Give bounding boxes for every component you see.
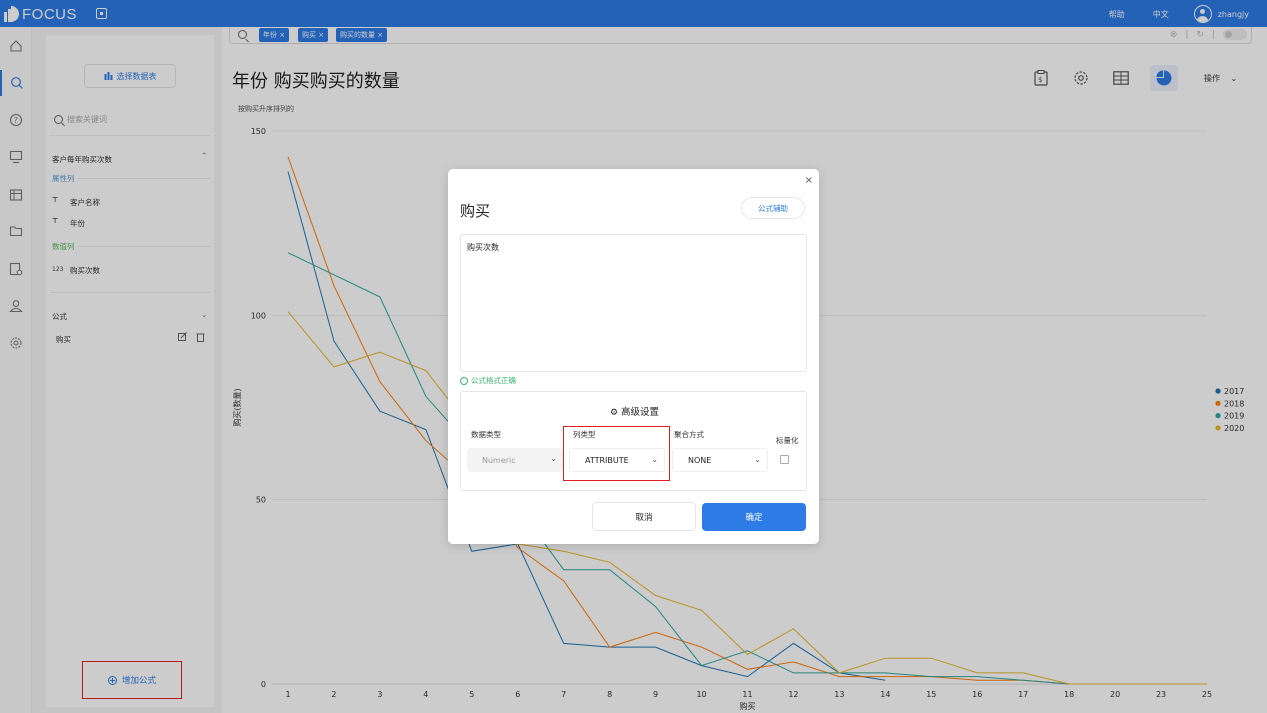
formula-valid-text: 公式格式正确	[471, 376, 516, 385]
aggregation-value: NONE	[688, 455, 712, 465]
chevron-down-icon: ⌄	[754, 455, 761, 464]
advanced-title-text: 高级设置	[621, 407, 660, 418]
data-type-label: 数据类型	[471, 430, 501, 439]
normalize-label: 标量化	[776, 436, 799, 445]
dialog-title[interactable]: 购买	[460, 200, 490, 221]
gear-icon: ⚙	[609, 408, 619, 418]
formula-help-button[interactable]: 公式辅助	[741, 197, 805, 219]
close-icon[interactable]: ×	[805, 175, 813, 186]
aggregation-label: 聚合方式	[674, 430, 704, 439]
confirm-button[interactable]: 确定	[702, 503, 806, 531]
edit-formula-dialog: × 购买 公式辅助 购买次数 公式格式正确 ⚙ 高级设置 数据类型 Numeri…	[448, 169, 819, 544]
data-type-value: Numeric	[482, 455, 516, 465]
chevron-down-icon: ⌄	[550, 454, 557, 463]
check-circle-icon	[460, 376, 468, 385]
normalize-checkbox[interactable]	[780, 455, 789, 464]
advanced-settings-panel: ⚙ 高级设置 数据类型 Numeric ⌄ 列类型 ATTRIBUTE ⌄ 聚合…	[460, 391, 807, 491]
advanced-settings-title: ⚙ 高级设置	[461, 404, 808, 418]
formula-valid-status: 公式格式正确	[460, 375, 516, 386]
data-type-select[interactable]: Numeric ⌄	[467, 448, 563, 472]
column-type-highlight	[563, 426, 670, 481]
formula-editor[interactable]: 购买次数	[460, 234, 807, 372]
cancel-button[interactable]: 取消	[592, 502, 696, 531]
formula-text: 购买次数	[467, 243, 499, 252]
aggregation-select[interactable]: NONE ⌄	[672, 448, 768, 472]
